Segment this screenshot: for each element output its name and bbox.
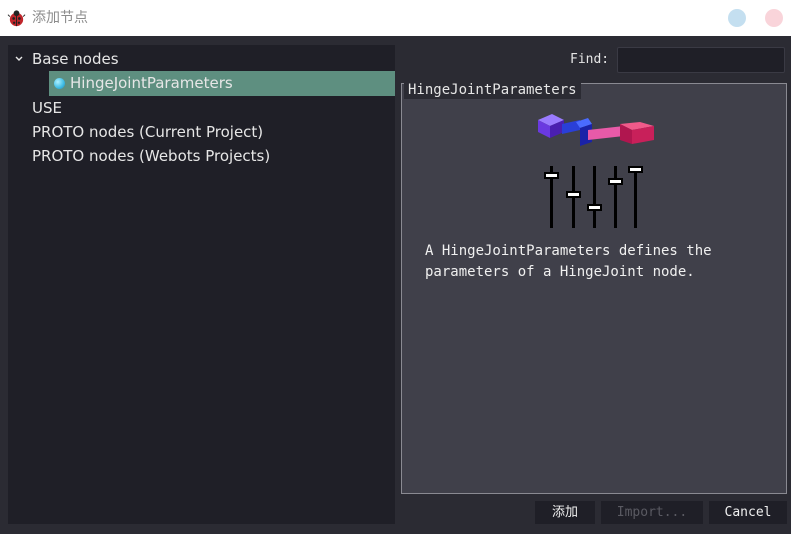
tree-item-label: HingeJointParameters [70, 74, 233, 92]
window-title: 添加节点 [32, 10, 88, 26]
description-text: A HingeJointParameters defines the param… [425, 243, 712, 280]
tree-item-base-nodes[interactable]: Base nodes [8, 47, 395, 71]
import-button[interactable]: Import... [601, 501, 703, 524]
description-title: HingeJointParameters [404, 81, 581, 99]
sphere-node-icon [54, 78, 65, 89]
chevron-down-icon[interactable] [14, 55, 24, 63]
tree-item-hinge-joint-parameters[interactable]: HingeJointParameters [49, 71, 395, 96]
tree-item-proto-current-project[interactable]: PROTO nodes (Current Project) [8, 120, 395, 144]
close-button[interactable] [765, 9, 783, 27]
tree-item-label: PROTO nodes (Webots Projects) [32, 147, 271, 165]
tree-item-use[interactable]: USE [8, 96, 395, 120]
ladybug-icon [7, 10, 26, 27]
hinge-joint-parameters-illustration [538, 114, 654, 228]
tree-item-label: USE [32, 99, 62, 117]
find-label: Find: [570, 52, 610, 67]
tree-item-label: PROTO nodes (Current Project) [32, 123, 264, 141]
find-input[interactable] [617, 47, 785, 73]
minimize-button[interactable] [728, 9, 746, 27]
cancel-button[interactable]: Cancel [709, 501, 787, 524]
tree-item-proto-webots-projects[interactable]: PROTO nodes (Webots Projects) [8, 144, 395, 168]
title-bar: 添加节点 [0, 0, 791, 36]
tree-item-label: Base nodes [32, 50, 119, 68]
add-button[interactable]: 添加 [535, 501, 595, 524]
node-tree[interactable]: Base nodes HingeJointParameters USE PROT… [8, 45, 395, 524]
